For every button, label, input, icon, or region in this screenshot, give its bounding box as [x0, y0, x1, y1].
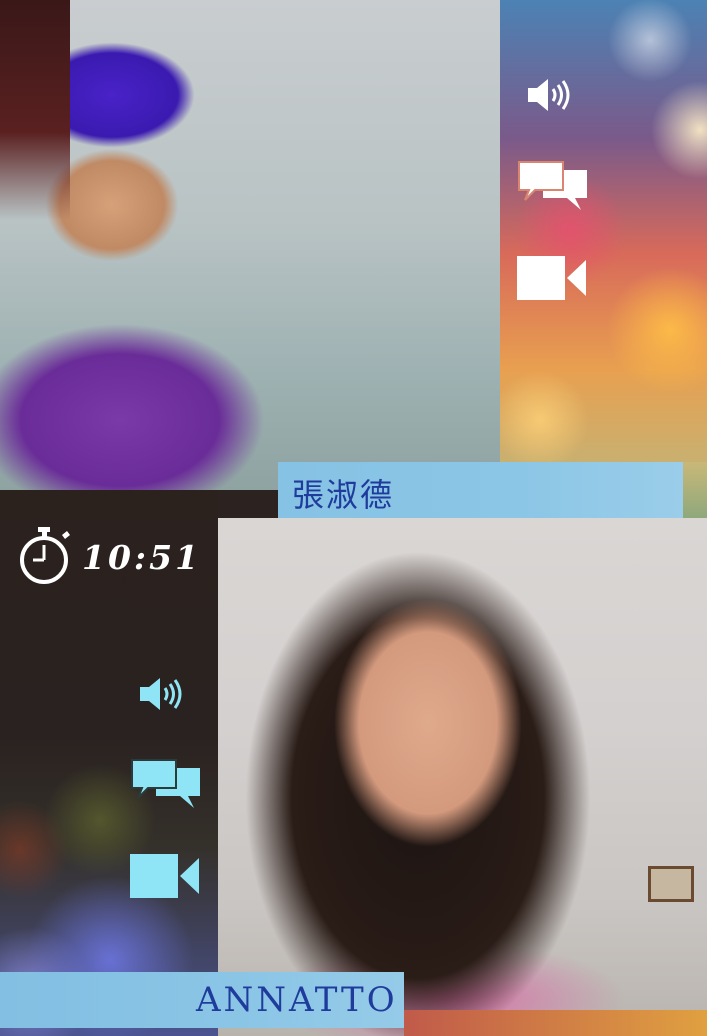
panel-gap — [218, 490, 278, 518]
caller-1-name-bar: 張淑德 — [278, 462, 683, 518]
caller-1-video-button[interactable] — [517, 254, 587, 302]
caller-1-speaker-button[interactable] — [526, 76, 578, 114]
speaker-icon — [138, 675, 190, 713]
chat-icon — [130, 758, 202, 810]
speaker-icon — [526, 76, 578, 114]
caller-1-chat-button[interactable] — [517, 160, 589, 212]
call-timer: 10:51 — [18, 527, 201, 587]
wall-picture-frame — [648, 866, 694, 902]
caller-1-video-feed — [0, 0, 500, 490]
caller-1-control-panel — [500, 0, 707, 462]
video-camera-icon — [517, 254, 587, 302]
chat-icon — [517, 160, 589, 212]
stopwatch-icon — [18, 525, 72, 589]
caller-2-speaker-button[interactable] — [138, 675, 190, 713]
decorative-strip — [683, 462, 707, 518]
decorative-strip — [404, 1010, 707, 1036]
call-duration: 10:51 — [82, 537, 202, 577]
caller-2-name: ANNATTO — [196, 980, 398, 1020]
caller-2-video-feed — [218, 518, 707, 1036]
caller-2-name-bar: ANNATTO — [0, 972, 404, 1028]
caller-2-chat-button[interactable] — [130, 758, 202, 810]
caller-1-name: 張淑德 — [292, 476, 395, 514]
caller-2-video-button[interactable] — [130, 852, 200, 900]
video-camera-icon — [130, 852, 200, 900]
